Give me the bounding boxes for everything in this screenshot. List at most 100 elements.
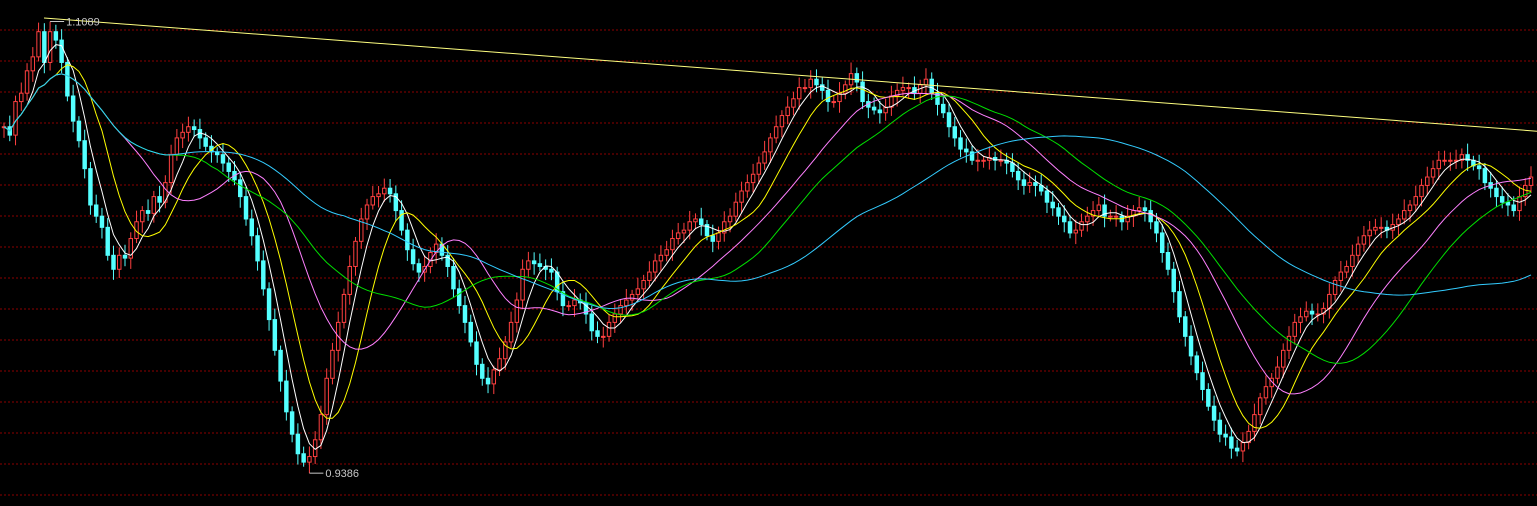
- candle-up: [981, 159, 986, 162]
- candle-up: [1367, 229, 1372, 237]
- min-label: 0.9386: [325, 468, 359, 480]
- candle-down: [157, 196, 162, 203]
- candle-up: [1361, 235, 1367, 245]
- candle-down: [952, 126, 958, 139]
- candle-down: [825, 89, 831, 103]
- candle-down: [1229, 436, 1234, 449]
- candle-up: [1378, 226, 1384, 229]
- candle-up: [566, 305, 571, 308]
- candle-down: [531, 260, 537, 265]
- candle-down: [451, 265, 456, 290]
- candle-down: [289, 411, 295, 435]
- candle-up: [497, 358, 502, 371]
- candle-up: [36, 31, 41, 58]
- candle-up: [1419, 184, 1424, 198]
- candle-down: [871, 106, 877, 111]
- plot-background: [0, 0, 1537, 506]
- candle-down: [214, 151, 220, 156]
- candle-up: [716, 232, 721, 242]
- candle-up: [1327, 293, 1332, 309]
- candle-up: [117, 254, 122, 270]
- candle-up: [745, 182, 750, 192]
- candle-down: [1206, 388, 1211, 407]
- candle-down: [589, 313, 594, 332]
- candle-down: [699, 218, 704, 226]
- candle-up: [693, 218, 698, 223]
- candle-up: [1436, 159, 1442, 170]
- chart-svg: 1.1089 0.9386: [0, 0, 1537, 506]
- candle-up: [1280, 349, 1286, 368]
- candle-up: [1402, 210, 1407, 220]
- candle-up: [808, 78, 813, 89]
- max-label: 1.1089: [66, 16, 100, 28]
- candle-down: [70, 95, 76, 122]
- candle-down: [1499, 196, 1505, 203]
- candle-down: [1309, 310, 1315, 315]
- candle-down: [1200, 372, 1205, 390]
- candle-up: [508, 321, 514, 343]
- candle-up: [727, 215, 733, 223]
- candle-down: [877, 109, 883, 114]
- candle-down: [1183, 316, 1188, 337]
- candle-up: [526, 260, 531, 270]
- candle-up: [1442, 159, 1447, 162]
- candle-up: [1396, 218, 1401, 226]
- candle-up: [975, 159, 981, 162]
- candle-down: [946, 112, 952, 128]
- candle-up: [1073, 229, 1079, 234]
- candle-down: [462, 305, 468, 323]
- candle-down: [76, 120, 82, 142]
- candle-up: [756, 162, 762, 175]
- candle-down: [1188, 335, 1194, 357]
- candle-down: [1056, 207, 1061, 217]
- candle-up: [1240, 442, 1246, 452]
- candle-down: [860, 81, 865, 103]
- candle-up: [30, 56, 36, 72]
- candle-up: [831, 101, 836, 104]
- candle-up: [785, 106, 790, 117]
- candle-up: [675, 232, 681, 240]
- candle-up: [900, 87, 906, 91]
- candle-down: [416, 263, 422, 273]
- candle-up: [186, 126, 191, 133]
- candle-down: [814, 78, 819, 86]
- candle-up: [1355, 243, 1361, 256]
- candle-down: [272, 319, 278, 351]
- candle-down: [249, 218, 255, 237]
- candle-down: [537, 263, 543, 267]
- candle-down: [410, 249, 416, 265]
- candle-down: [387, 187, 393, 195]
- candle-down: [82, 140, 87, 170]
- candle-up: [353, 240, 358, 267]
- candle-down: [1511, 204, 1516, 212]
- candle-up: [364, 204, 370, 220]
- candle-up: [601, 335, 606, 338]
- candle-up: [681, 229, 687, 234]
- candle-down: [480, 363, 485, 379]
- candle-down: [99, 215, 105, 228]
- candle-up: [762, 151, 767, 164]
- candle-down: [261, 260, 266, 290]
- candle-up: [140, 210, 145, 223]
- candle-down: [1223, 433, 1228, 438]
- candle-down: [1177, 291, 1182, 318]
- candle-down: [53, 31, 59, 41]
- candle-down: [1033, 182, 1038, 186]
- candle-up: [670, 238, 675, 251]
- candle-down: [399, 210, 404, 231]
- candle-up: [779, 115, 785, 128]
- candle-up: [624, 299, 629, 307]
- candle-down: [1015, 170, 1021, 181]
- candlestick-chart: 1.1089 0.9386: [0, 0, 1537, 506]
- candle-down: [295, 433, 301, 455]
- candle-up: [572, 299, 577, 307]
- candle-down: [1217, 419, 1223, 435]
- candle-down: [1194, 355, 1200, 374]
- candle-down: [93, 204, 99, 217]
- candle-up: [382, 187, 387, 195]
- candle-up: [1332, 279, 1338, 295]
- candle-up: [1298, 316, 1303, 323]
- candle-up: [168, 154, 174, 184]
- candle-up: [1407, 204, 1413, 212]
- candle-up: [768, 137, 773, 153]
